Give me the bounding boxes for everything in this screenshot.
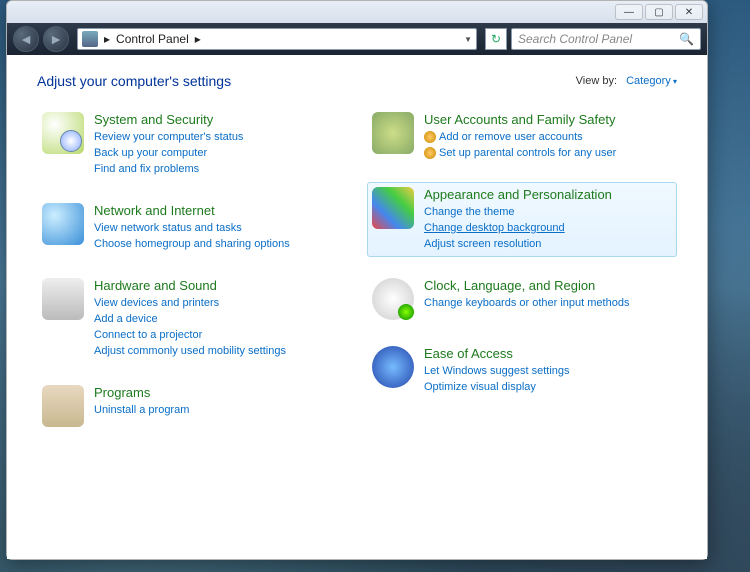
- shield-icon: [42, 112, 84, 154]
- control-panel-icon: [82, 31, 98, 47]
- link-change-desktop-background[interactable]: Change desktop background: [424, 220, 612, 236]
- category-user-accounts: User Accounts and Family Safety Add or r…: [367, 107, 677, 166]
- page-title: Adjust your computer's settings: [37, 73, 231, 89]
- link-backup[interactable]: Back up your computer: [94, 145, 243, 161]
- category-title[interactable]: User Accounts and Family Safety: [424, 112, 616, 127]
- minimize-button[interactable]: —: [615, 4, 643, 20]
- search-icon[interactable]: 🔍: [679, 32, 694, 46]
- printer-icon: [42, 278, 84, 320]
- category-title[interactable]: Ease of Access: [424, 346, 570, 361]
- category-network-internet: Network and Internet View network status…: [37, 198, 347, 257]
- link-add-device[interactable]: Add a device: [94, 311, 286, 327]
- navbar: ◄ ► ▸ Control Panel ▸ ▼ ↻ Search Control…: [7, 23, 707, 55]
- category-ease-of-access: Ease of Access Let Windows suggest setti…: [367, 341, 677, 400]
- link-projector[interactable]: Connect to a projector: [94, 327, 286, 343]
- close-button[interactable]: ✕: [675, 4, 703, 20]
- link-parental-controls[interactable]: Set up parental controls for any user: [424, 145, 616, 161]
- globe-icon: [42, 203, 84, 245]
- link-optimize-display[interactable]: Optimize visual display: [424, 379, 570, 395]
- monitor-palette-icon: [372, 187, 414, 229]
- viewby-label: View by:: [576, 75, 617, 87]
- box-icon: [42, 385, 84, 427]
- left-column: System and Security Review your computer…: [37, 107, 347, 448]
- link-uninstall[interactable]: Uninstall a program: [94, 402, 189, 418]
- ease-of-access-icon: [372, 346, 414, 388]
- category-title[interactable]: Clock, Language, and Region: [424, 278, 629, 293]
- category-clock-region: Clock, Language, and Region Change keybo…: [367, 273, 677, 325]
- category-programs: Programs Uninstall a program: [37, 380, 347, 432]
- back-button[interactable]: ◄: [13, 26, 39, 52]
- category-title[interactable]: System and Security: [94, 112, 243, 127]
- uac-shield-icon: [424, 147, 436, 159]
- link-homegroup[interactable]: Choose homegroup and sharing options: [94, 236, 290, 252]
- category-appearance: Appearance and Personalization Change th…: [367, 182, 677, 257]
- address-bar[interactable]: ▸ Control Panel ▸ ▼: [77, 28, 477, 50]
- right-column: User Accounts and Family Safety Add or r…: [367, 107, 677, 448]
- category-title[interactable]: Network and Internet: [94, 203, 290, 218]
- uac-shield-icon: [424, 131, 436, 143]
- category-title[interactable]: Programs: [94, 385, 189, 400]
- link-network-status[interactable]: View network status and tasks: [94, 220, 290, 236]
- category-grid: System and Security Review your computer…: [37, 107, 677, 448]
- heading-row: Adjust your computer's settings View by:…: [37, 73, 677, 89]
- category-title[interactable]: Appearance and Personalization: [424, 187, 612, 202]
- search-placeholder: Search Control Panel: [518, 32, 632, 46]
- view-by: View by: Category: [576, 75, 677, 87]
- link-add-remove-users[interactable]: Add or remove user accounts: [424, 129, 616, 145]
- breadcrumb-sep: ▸: [104, 32, 110, 46]
- viewby-dropdown[interactable]: Category: [626, 75, 677, 87]
- link-keyboards[interactable]: Change keyboards or other input methods: [424, 295, 629, 311]
- link-review-status[interactable]: Review your computer's status: [94, 129, 243, 145]
- clock-globe-icon: [372, 278, 414, 320]
- link-devices-printers[interactable]: View devices and printers: [94, 295, 286, 311]
- titlebar: — ▢ ✕: [7, 1, 707, 23]
- refresh-button[interactable]: ↻: [485, 28, 507, 50]
- link-screen-resolution[interactable]: Adjust screen resolution: [424, 236, 612, 252]
- link-windows-suggest[interactable]: Let Windows suggest settings: [424, 363, 570, 379]
- breadcrumb-sep: ▸: [195, 32, 201, 46]
- category-hardware-sound: Hardware and Sound View devices and prin…: [37, 273, 347, 364]
- content-area: Adjust your computer's settings View by:…: [7, 55, 707, 559]
- category-system-security: System and Security Review your computer…: [37, 107, 347, 182]
- control-panel-window: — ▢ ✕ ◄ ► ▸ Control Panel ▸ ▼ ↻ Search C…: [6, 0, 708, 560]
- breadcrumb[interactable]: Control Panel: [116, 32, 189, 46]
- address-dropdown[interactable]: ▼: [464, 35, 472, 44]
- link-mobility[interactable]: Adjust commonly used mobility settings: [94, 343, 286, 359]
- link-fix-problems[interactable]: Find and fix problems: [94, 161, 243, 177]
- search-input[interactable]: Search Control Panel 🔍: [511, 28, 701, 50]
- forward-button[interactable]: ►: [43, 26, 69, 52]
- link-change-theme[interactable]: Change the theme: [424, 204, 612, 220]
- category-title[interactable]: Hardware and Sound: [94, 278, 286, 293]
- maximize-button[interactable]: ▢: [645, 4, 673, 20]
- people-icon: [372, 112, 414, 154]
